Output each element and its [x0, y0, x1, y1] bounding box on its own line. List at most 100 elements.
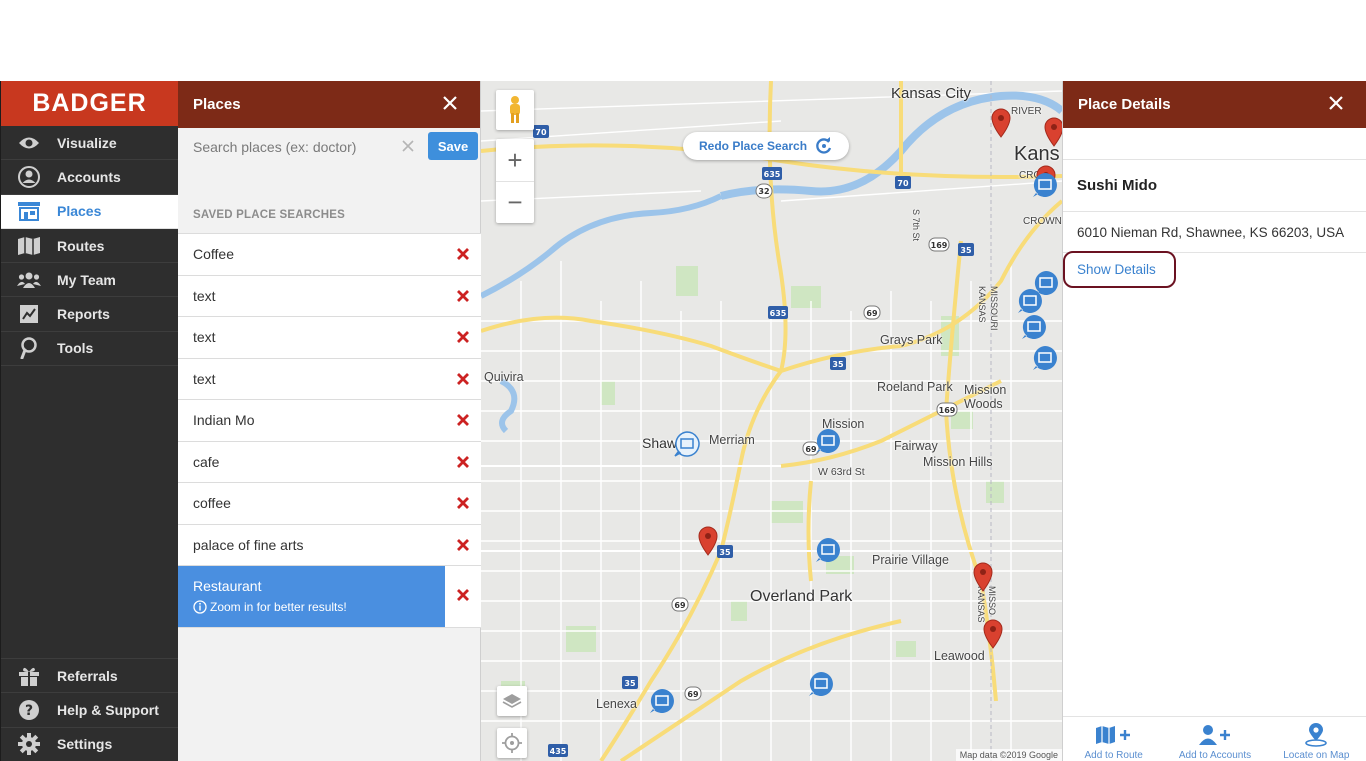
zoom-out-button[interactable]: −	[496, 181, 534, 223]
highway-shield: 35	[719, 548, 731, 557]
saved-search-item[interactable]: text	[178, 317, 481, 359]
sidebar-item-label: Referrals	[57, 667, 118, 684]
delete-icon[interactable]	[456, 496, 470, 510]
team-icon	[17, 269, 41, 291]
delete-icon[interactable]	[456, 372, 470, 386]
saved-search-label: text	[193, 287, 216, 304]
sidebar-item-tools[interactable]: Tools	[1, 332, 178, 367]
delete-icon[interactable]	[456, 247, 470, 261]
delete-icon[interactable]	[456, 455, 470, 469]
saved-search-item[interactable]: Coffee	[178, 234, 481, 276]
map-label: W 63rd St	[818, 466, 865, 478]
sidebar-item-accounts[interactable]: Accounts	[1, 160, 178, 195]
location-pin-icon[interactable]	[697, 526, 719, 556]
map-label: RIVER	[1011, 106, 1042, 117]
map-label: Grays Park	[880, 333, 943, 347]
wrench-icon	[17, 337, 41, 360]
place-marker-icon[interactable]	[674, 431, 700, 457]
selected-search-body[interactable]: Restaurant Zoom in for better results!	[178, 566, 445, 627]
add-to-route-button[interactable]: Add to Route	[1063, 717, 1164, 761]
delete-icon[interactable]	[456, 413, 470, 427]
layers-button[interactable]	[497, 686, 527, 716]
saved-search-label: Restaurant	[193, 578, 262, 594]
action-label: Locate on Map	[1283, 750, 1350, 761]
info-icon	[193, 600, 207, 614]
delete-icon[interactable]	[456, 538, 470, 552]
gear-icon	[17, 733, 41, 756]
locate-on-map-button[interactable]: Locate on Map	[1266, 717, 1366, 761]
place-marker-icon[interactable]	[815, 428, 841, 454]
redo-label: Redo Place Search	[699, 139, 808, 153]
sidebar-item-settings[interactable]: Settings	[1, 726, 178, 761]
saved-search-label: Coffee	[193, 246, 234, 263]
redo-place-search-button[interactable]: Redo Place Search	[683, 132, 849, 160]
sidebar-item-reports[interactable]: Reports	[1, 297, 178, 332]
help-icon: ?	[17, 699, 41, 721]
sidebar-item-label: Help & Support	[57, 702, 159, 719]
map-label: Leawood	[934, 649, 985, 663]
highway-shield: 32	[758, 187, 769, 196]
map-label: Roeland Park	[877, 380, 953, 394]
place-marker-icon[interactable]	[815, 537, 841, 563]
sidebar-item-places[interactable]: Places	[1, 194, 178, 229]
sidebar-item-label: Routes	[57, 237, 105, 254]
crosshair-icon	[502, 733, 522, 753]
sidebar-item-label: Places	[57, 203, 102, 220]
close-icon[interactable]	[1326, 93, 1346, 113]
place-marker-icon[interactable]	[1032, 172, 1058, 198]
show-details-link[interactable]: Show Details	[1063, 251, 1176, 288]
map-view[interactable]: 70 635 32 70 169 35 635 69 35 169 69 35 …	[481, 81, 1062, 761]
badger-logo[interactable]: BADGER	[1, 81, 178, 126]
my-location-button[interactable]	[497, 728, 527, 758]
delete-icon[interactable]	[456, 289, 470, 303]
highway-shield: 35	[624, 679, 636, 688]
sidebar-item-label: My Team	[57, 271, 116, 288]
saved-search-item[interactable]: Indian Mo	[178, 400, 481, 442]
highway-shield: 69	[687, 690, 699, 699]
saved-search-item[interactable]: text	[178, 275, 481, 317]
highway-shield: 35	[832, 360, 844, 369]
location-pin-icon	[1304, 723, 1328, 747]
location-pin-icon[interactable]	[972, 562, 994, 592]
search-input[interactable]	[193, 133, 408, 161]
saved-search-item[interactable]: coffee	[178, 483, 481, 525]
action-label: Add to Accounts	[1178, 750, 1252, 761]
location-pin-icon[interactable]	[1043, 117, 1062, 147]
details-spacer	[1063, 128, 1366, 160]
place-marker-icon[interactable]	[1021, 314, 1047, 340]
sidebar: BADGER Visualize Accounts Places Routes	[0, 81, 178, 761]
save-button[interactable]: Save	[428, 132, 478, 160]
map-label: KANSAS	[977, 286, 987, 323]
saved-search-item-selected[interactable]: Restaurant Zoom in for better results!	[178, 566, 481, 628]
sidebar-item-routes[interactable]: Routes	[1, 229, 178, 264]
place-marker-icon[interactable]	[1032, 345, 1058, 371]
saved-search-item[interactable]: text	[178, 358, 481, 400]
place-address: 6010 Nieman Rd, Shawnee, KS 66203, USA	[1063, 212, 1366, 253]
sidebar-item-my-team[interactable]: My Team	[1, 263, 178, 298]
map-icon	[17, 235, 41, 257]
sidebar-item-referrals[interactable]: Referrals	[1, 658, 178, 692]
map-plus-icon	[1095, 724, 1133, 746]
place-details-panel: Place Details Sushi Mido 6010 Nieman Rd,…	[1062, 81, 1366, 761]
close-icon[interactable]	[440, 93, 460, 113]
saved-search-item[interactable]: palace of fine arts	[178, 524, 481, 566]
pegman-icon	[510, 96, 520, 123]
place-marker-icon[interactable]	[1033, 270, 1059, 296]
clear-search-icon[interactable]	[400, 138, 416, 154]
place-marker-icon[interactable]	[808, 671, 834, 697]
highway-shield: 169	[931, 241, 948, 250]
zoom-hint: Zoom in for better results!	[193, 600, 445, 614]
delete-icon[interactable]	[456, 588, 470, 602]
place-marker-icon[interactable]	[649, 688, 675, 714]
zoom-in-button[interactable]: +	[496, 139, 534, 181]
highway-shield: 70	[897, 179, 909, 188]
add-to-accounts-button[interactable]: Add to Accounts	[1164, 717, 1265, 761]
location-pin-icon[interactable]	[990, 108, 1012, 138]
sidebar-item-visualize[interactable]: Visualize	[1, 126, 178, 161]
delete-icon[interactable]	[456, 330, 470, 344]
saved-search-item[interactable]: cafe	[178, 441, 481, 483]
places-panel: Places Save SAVED PLACE SEARCHES Coffee …	[178, 81, 481, 761]
sidebar-item-help[interactable]: ? Help & Support	[1, 692, 178, 726]
location-pin-icon[interactable]	[982, 619, 1004, 649]
street-view-pegman[interactable]	[496, 90, 534, 130]
